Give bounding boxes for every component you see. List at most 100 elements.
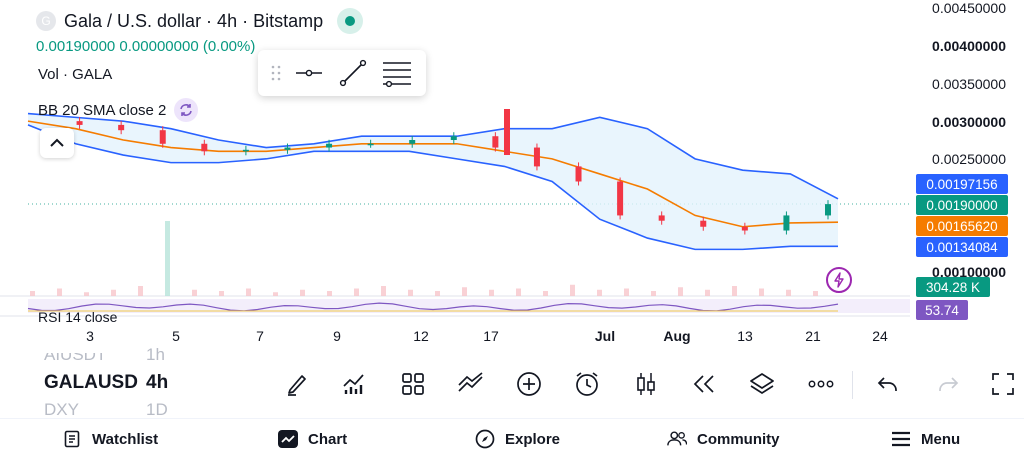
hamburger-icon (891, 429, 911, 449)
candle-body (118, 124, 125, 131)
bb-basis-price-tag: 0.00165620 (916, 216, 1008, 236)
candle-body (201, 143, 208, 152)
timeframe-option-selected[interactable]: 4h (146, 372, 168, 394)
time-tick: 5 (172, 328, 180, 344)
volume-bar (192, 289, 197, 296)
candle-body (658, 215, 665, 221)
trend-line-icon[interactable] (338, 58, 368, 88)
volume-bar (489, 289, 494, 296)
fullscreen-icon[interactable] (988, 369, 1018, 399)
bb-legend[interactable]: BB 20 SMA close 2 (38, 98, 199, 122)
drawing-toolbar (258, 50, 426, 96)
symbol-title[interactable]: Gala / U.S. dollar · 4h · Bitstamp (64, 11, 323, 32)
lightning-alert-icon[interactable] (826, 267, 852, 293)
more-icon[interactable] (806, 369, 836, 399)
volume-bar (273, 292, 278, 296)
time-tick: 21 (805, 328, 821, 344)
candle-body (450, 136, 457, 140)
replay-icon[interactable] (689, 369, 719, 399)
drag-handle-icon[interactable] (271, 64, 281, 82)
volume-bar (165, 221, 170, 296)
timeframe-option[interactable]: 1D (146, 400, 168, 420)
alert-clock-icon[interactable] (572, 369, 602, 399)
compass-icon (475, 429, 495, 449)
volume-bar (462, 287, 467, 296)
volume-bar (381, 286, 386, 296)
candle-body (242, 149, 249, 152)
nav-community[interactable]: Community (667, 429, 780, 449)
volume-bar (759, 288, 764, 296)
compare-icon[interactable] (456, 369, 486, 399)
ohlc-values: 0.00190000 0.00000000 (0.00%) (36, 38, 256, 55)
brush-icon[interactable] (282, 369, 312, 399)
nav-label: Menu (921, 430, 961, 448)
candles-icon[interactable] (631, 369, 661, 399)
volume-bar (111, 289, 116, 296)
layers-icon[interactable] (747, 369, 777, 399)
time-tick: Aug (663, 328, 691, 344)
templates-icon[interactable] (398, 369, 428, 399)
nav-menu[interactable]: Menu (891, 429, 960, 449)
volume-bar (732, 286, 737, 296)
symbol-option[interactable]: DXY (44, 400, 79, 415)
settings-lines-icon[interactable] (381, 58, 413, 88)
volume-bar (300, 289, 305, 296)
candle-body (825, 204, 831, 216)
candle-body (533, 147, 540, 167)
candle-body (159, 130, 166, 144)
bb-lower-price-tag: 0.00134084 (916, 237, 1008, 257)
timeframe-option[interactable]: 1h (146, 345, 165, 365)
nav-chart[interactable]: Chart (278, 429, 347, 449)
time-tick: Jul (594, 328, 616, 344)
time-tick: 9 (333, 328, 341, 344)
chevron-up-icon (50, 138, 64, 147)
chart-toolbar: AIUSDT GALAUSD DXY 1h 4h 1D (0, 345, 1024, 419)
price-tick: 0.00300000 (932, 114, 1006, 130)
volume-bar (84, 292, 89, 296)
horizontal-line-icon[interactable] (294, 63, 324, 83)
nav-label: Chart (308, 430, 348, 448)
volume-bar (597, 289, 602, 296)
volume-bar (435, 291, 440, 296)
indicators-icon[interactable] (339, 369, 369, 399)
market-open-icon[interactable] (337, 8, 364, 34)
chart-area[interactable]: G Gala / U.S. dollar · 4h · Bitstamp 0.0… (0, 0, 1024, 350)
nav-watchlist[interactable]: Watchlist (62, 429, 158, 449)
time-tick: 3 (86, 328, 94, 344)
last-price-tag: 0.00190000 (916, 195, 1008, 215)
chart-header: G Gala / U.S. dollar · 4h · Bitstamp (36, 8, 364, 34)
time-tick: 7 (256, 328, 264, 344)
volume-bar (651, 291, 656, 296)
candle-body (492, 136, 499, 148)
watchlist-icon (62, 429, 82, 449)
price-tick: 0.00250000 (932, 151, 1006, 167)
undo-icon[interactable] (873, 369, 903, 399)
volume-bar (57, 288, 62, 296)
volume-bar (30, 291, 35, 296)
symbol-option[interactable]: AIUSDT (44, 353, 106, 365)
nav-label: Community (697, 430, 780, 448)
chart-icon (278, 429, 298, 449)
add-icon[interactable] (514, 369, 544, 399)
sync-icon[interactable] (174, 98, 199, 122)
volume-bar (570, 284, 575, 296)
redo-icon[interactable] (933, 369, 963, 399)
nav-explore[interactable]: Explore (475, 429, 560, 449)
candle-body (367, 143, 374, 146)
volume-bar (678, 287, 683, 296)
volume-legend[interactable]: Vol · GALA (38, 66, 112, 83)
time-tick: 13 (737, 328, 753, 344)
symbol-logo-icon: G (36, 11, 56, 31)
volume-bar (246, 288, 251, 296)
community-icon (667, 429, 687, 449)
toolbar-divider (852, 371, 853, 399)
collapse-legend-button[interactable] (40, 128, 74, 158)
volume-price-tag: 304.28 K (916, 277, 990, 297)
volume-bar (516, 288, 521, 296)
volume-bar (543, 291, 548, 296)
volume-bar (354, 288, 359, 296)
time-tick: 24 (872, 328, 888, 344)
rsi-legend[interactable]: RSI 14 close (38, 309, 117, 325)
candle-body (504, 109, 510, 155)
symbol-option-selected[interactable]: GALAUSD (44, 372, 138, 394)
